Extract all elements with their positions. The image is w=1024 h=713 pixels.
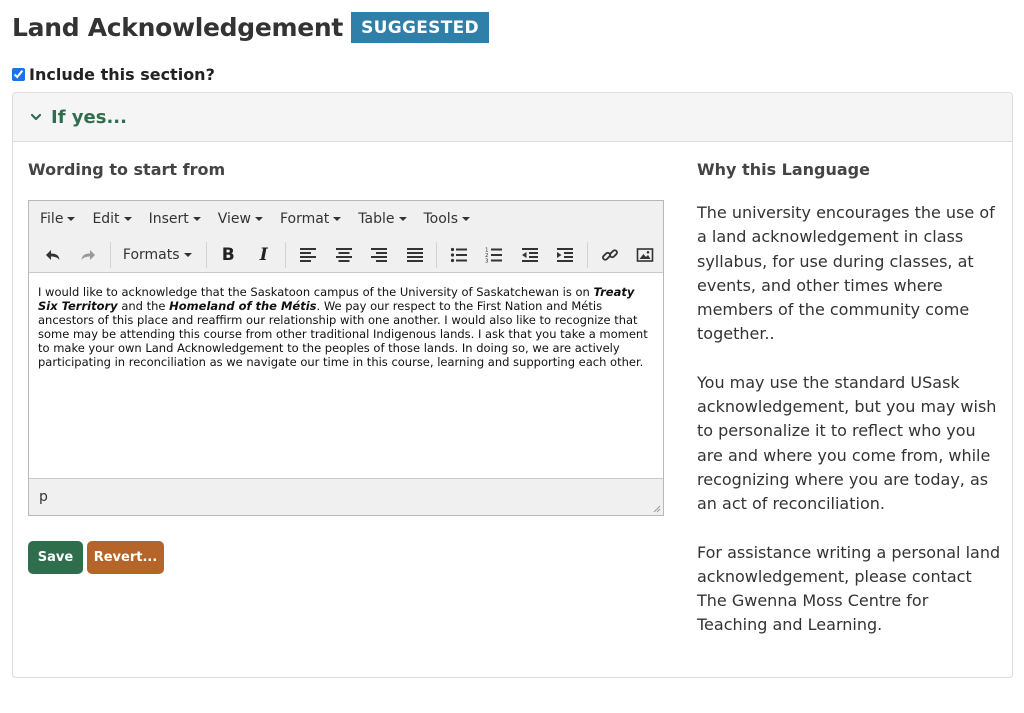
content-text: I would like to acknowledge that the Sas… bbox=[38, 285, 594, 299]
menu-view[interactable]: View bbox=[211, 211, 273, 227]
align-left-button[interactable] bbox=[290, 240, 325, 270]
toolbar-divider bbox=[205, 241, 207, 268]
why-paragraph: The university encourages the use of a l… bbox=[697, 203, 995, 344]
menu-file[interactable]: File bbox=[33, 211, 85, 227]
image-icon bbox=[636, 247, 654, 262]
menu-insert[interactable]: Insert bbox=[142, 211, 211, 227]
caret-down-icon bbox=[67, 217, 76, 221]
align-right-icon bbox=[371, 247, 388, 262]
panel-title: If yes... bbox=[51, 106, 127, 128]
toolbar-divider bbox=[587, 241, 589, 268]
align-right-button[interactable] bbox=[361, 240, 396, 270]
bullet-list-icon bbox=[450, 247, 467, 262]
numbered-list-icon: 123 bbox=[485, 247, 503, 264]
caret-down-icon bbox=[398, 217, 407, 221]
menu-format[interactable]: Format bbox=[273, 211, 351, 227]
indent-icon bbox=[557, 247, 574, 262]
undo-button[interactable] bbox=[35, 240, 70, 270]
content-text: and the bbox=[117, 299, 170, 313]
menu-label: Tools bbox=[423, 211, 459, 227]
toolbar-divider bbox=[285, 241, 287, 268]
caret-down-icon bbox=[123, 217, 132, 221]
element-path[interactable]: p bbox=[39, 489, 48, 505]
caret-down-icon bbox=[333, 217, 342, 221]
align-center-button[interactable] bbox=[326, 240, 361, 270]
editor-menubar: File Edit Insert View Format Table Tools bbox=[29, 201, 663, 237]
menu-label: Edit bbox=[92, 211, 120, 227]
italic-button[interactable]: I bbox=[246, 240, 281, 270]
why-language-text: The university encourages the use of a l… bbox=[697, 201, 1002, 662]
page-header: Land Acknowledgement SUGGESTED bbox=[12, 12, 489, 43]
resize-handle-icon[interactable] bbox=[651, 503, 661, 513]
chevron-down-icon bbox=[30, 113, 42, 121]
menu-label: Format bbox=[279, 211, 330, 227]
editor-toolbar: Formats B I 123 bbox=[29, 237, 663, 273]
why-language-heading: Why this Language bbox=[697, 160, 870, 179]
include-section-label[interactable]: Include this section? bbox=[29, 65, 215, 84]
caret-down-icon bbox=[254, 217, 263, 221]
insert-link-button[interactable] bbox=[592, 240, 627, 270]
align-center-icon bbox=[335, 247, 352, 262]
menu-edit[interactable]: Edit bbox=[85, 211, 141, 227]
include-section-checkbox[interactable] bbox=[12, 68, 25, 81]
page-title: Land Acknowledgement bbox=[12, 13, 344, 42]
editor-statusbar: p bbox=[29, 478, 663, 515]
menu-label: Table bbox=[358, 211, 395, 227]
editor-content[interactable]: I would like to acknowledge that the Sas… bbox=[29, 273, 663, 478]
redo-icon bbox=[81, 249, 96, 260]
menu-label: Insert bbox=[148, 211, 189, 227]
why-paragraph: You may use the standard USask acknowled… bbox=[697, 372, 997, 514]
align-left-icon bbox=[300, 247, 317, 262]
wording-heading: Wording to start from bbox=[28, 160, 226, 179]
content-emphasis-metis: Homeland of the Métis bbox=[169, 299, 317, 313]
caret-down-icon bbox=[462, 217, 470, 221]
bold-button[interactable]: B bbox=[210, 240, 245, 270]
menu-tools[interactable]: Tools bbox=[417, 211, 481, 227]
bullet-list-button[interactable] bbox=[441, 240, 476, 270]
svg-text:3: 3 bbox=[485, 258, 489, 264]
if-yes-panel: If yes... Wording to start from File Edi… bbox=[12, 92, 1013, 678]
outdent-button[interactable] bbox=[512, 240, 547, 270]
menu-label: File bbox=[40, 211, 64, 227]
revert-button[interactable]: Revert... bbox=[87, 541, 164, 574]
link-icon bbox=[601, 248, 618, 261]
menu-label: View bbox=[217, 211, 251, 227]
toolbar-divider bbox=[436, 241, 438, 268]
menu-table[interactable]: Table bbox=[351, 211, 416, 227]
rich-text-editor: File Edit Insert View Format Table Tools… bbox=[28, 200, 664, 516]
italic-icon: I bbox=[259, 244, 268, 265]
if-yes-toggle[interactable]: If yes... bbox=[13, 93, 1012, 142]
formats-label: Formats bbox=[122, 246, 180, 263]
indent-button[interactable] bbox=[548, 240, 583, 270]
suggested-badge: SUGGESTED bbox=[351, 12, 489, 43]
undo-icon bbox=[45, 249, 60, 260]
redo-button[interactable] bbox=[70, 240, 105, 270]
insert-image-button[interactable] bbox=[628, 240, 663, 270]
numbered-list-button[interactable]: 123 bbox=[477, 240, 512, 270]
why-paragraph: For assistance writing a personal land a… bbox=[697, 542, 1001, 635]
outdent-icon bbox=[521, 247, 538, 262]
caret-down-icon bbox=[183, 252, 192, 257]
toolbar-divider bbox=[109, 241, 111, 268]
align-justify-button[interactable] bbox=[397, 240, 432, 270]
save-button[interactable]: Save bbox=[28, 541, 83, 574]
formats-dropdown[interactable]: Formats bbox=[115, 240, 202, 270]
caret-down-icon bbox=[192, 217, 201, 221]
align-justify-icon bbox=[406, 247, 423, 262]
bold-icon: B bbox=[221, 244, 235, 265]
include-section-row: Include this section? bbox=[12, 65, 215, 84]
